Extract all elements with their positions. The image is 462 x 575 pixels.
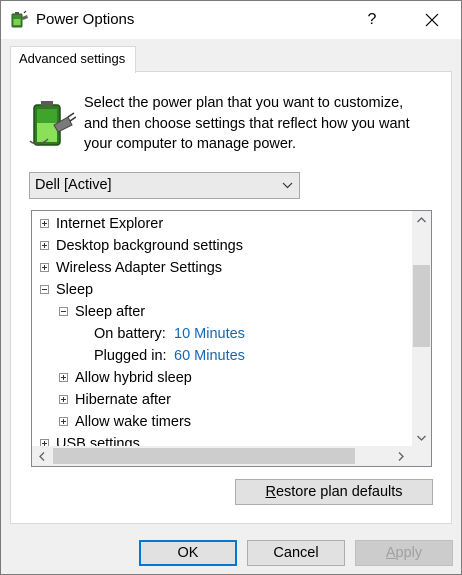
expand-icon[interactable]	[59, 373, 68, 382]
button-label: pply	[395, 545, 423, 561]
help-button[interactable]: ?	[349, 1, 395, 39]
tree-item-internet-explorer[interactable]: Internet Explorer	[32, 213, 412, 235]
chevron-down-icon	[417, 435, 426, 441]
description-line: your computer to manage power.	[84, 136, 296, 152]
battery-plug-icon	[28, 95, 77, 149]
button-accelerator: R	[265, 484, 276, 500]
plan-description: Select the power plan that you want to c…	[84, 93, 429, 155]
power-plan-selected: Dell [Active]	[35, 177, 112, 193]
tree-item-sleep[interactable]: Sleep	[32, 279, 412, 301]
scroll-left-button[interactable]	[32, 446, 52, 466]
vertical-scrollbar[interactable]	[412, 211, 431, 446]
power-options-icon	[10, 9, 30, 29]
expand-icon[interactable]	[59, 395, 68, 404]
power-plan-dropdown[interactable]: Dell [Active]	[29, 172, 300, 199]
settings-tree[interactable]: Internet Explorer Desktop background set…	[31, 210, 432, 467]
chevron-up-icon	[417, 216, 426, 222]
tree-item-wireless-adapter[interactable]: Wireless Adapter Settings	[32, 257, 412, 279]
tree-item-on-battery[interactable]: On battery: 10 Minutes	[32, 323, 412, 345]
on-battery-value[interactable]: 10 Minutes	[174, 323, 245, 345]
tree-item-desktop-background[interactable]: Desktop background settings	[32, 235, 412, 257]
chevron-right-icon	[398, 451, 404, 461]
tree-view: Internet Explorer Desktop background set…	[32, 211, 412, 446]
tree-item-usb-settings[interactable]: USB settings	[32, 433, 412, 446]
window-title: Power Options	[36, 11, 135, 28]
scroll-up-button[interactable]	[412, 211, 431, 228]
tree-item-label: Hibernate after	[75, 392, 171, 408]
tree-item-sleep-after[interactable]: Sleep after	[32, 301, 412, 323]
scroll-down-button[interactable]	[412, 429, 431, 446]
tree-item-label: Desktop background settings	[56, 238, 243, 254]
expand-icon[interactable]	[40, 219, 49, 228]
tree-item-label: Sleep	[56, 282, 94, 298]
tree-item-label: Allow hybrid sleep	[75, 370, 192, 386]
apply-button[interactable]: Apply	[355, 540, 453, 566]
tree-item-plugged-in[interactable]: Plugged in: 60 Minutes	[32, 345, 412, 367]
tree-item-wake-timers[interactable]: Allow wake timers	[32, 411, 412, 433]
tree-item-label: Plugged in:	[94, 348, 167, 364]
expand-icon[interactable]	[40, 241, 49, 250]
tab-advanced-settings[interactable]: Advanced settings	[10, 46, 136, 73]
tree-item-label: On battery:	[94, 326, 166, 342]
plugged-in-value[interactable]: 60 Minutes	[174, 345, 245, 367]
close-icon	[425, 13, 439, 27]
ok-button[interactable]: OK	[139, 540, 237, 566]
tree-item-label: Wireless Adapter Settings	[56, 260, 223, 276]
expand-icon[interactable]	[40, 439, 49, 446]
vertical-scroll-thumb[interactable]	[413, 265, 430, 347]
tree-item-hybrid-sleep[interactable]: Allow hybrid sleep	[32, 367, 412, 389]
tree-item-label: Allow wake timers	[75, 414, 192, 430]
horizontal-scroll-thumb[interactable]	[53, 448, 355, 464]
power-options-window: Power Options ? Advanced settings Select…	[0, 0, 462, 575]
close-button[interactable]	[409, 1, 455, 39]
restore-plan-defaults-button[interactable]: Restore plan defaults	[235, 479, 433, 505]
collapse-icon[interactable]	[59, 307, 68, 316]
cancel-button[interactable]: Cancel	[247, 540, 345, 566]
button-label: estore plan defaults	[275, 484, 403, 500]
tree-item-label: Internet Explorer	[56, 216, 164, 232]
chevron-down-icon	[282, 182, 293, 189]
tree-item-label: Sleep after	[75, 304, 146, 320]
description-line: and then choose settings that reflect ho…	[84, 115, 410, 132]
expand-icon[interactable]	[40, 263, 49, 272]
title-bar: Power Options ?	[1, 1, 461, 39]
chevron-left-icon	[39, 451, 45, 461]
collapse-icon[interactable]	[40, 285, 49, 294]
tree-item-hibernate-after[interactable]: Hibernate after	[32, 389, 412, 411]
scrollbar-corner	[412, 446, 431, 466]
scroll-right-button[interactable]	[391, 446, 411, 466]
expand-icon[interactable]	[59, 417, 68, 426]
description-line: Select the power plan that you want to c…	[84, 95, 404, 111]
button-accelerator: A	[385, 545, 396, 561]
tree-item-label: USB settings	[56, 436, 140, 446]
horizontal-scrollbar[interactable]	[32, 446, 412, 466]
